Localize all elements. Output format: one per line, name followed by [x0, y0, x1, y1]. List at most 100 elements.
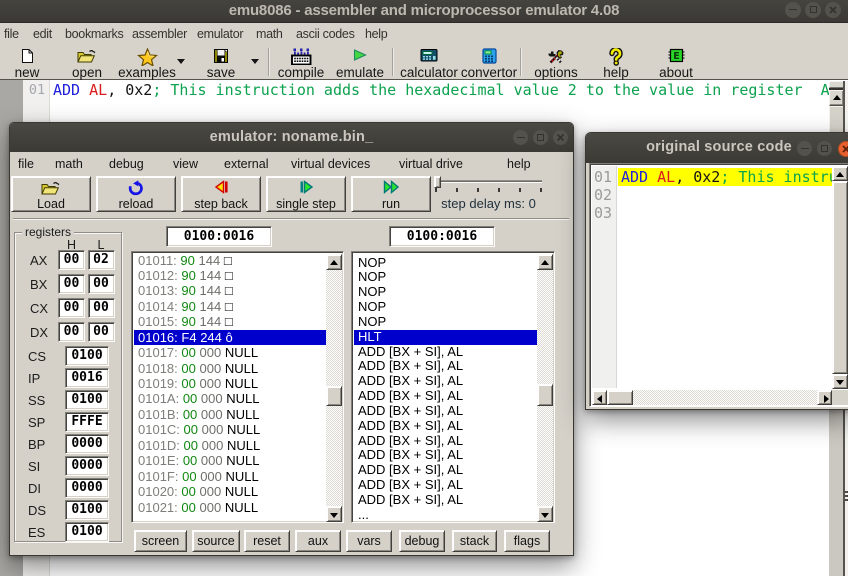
- toolbar-convertor-button[interactable]: convertor: [458, 47, 520, 80]
- disassembly-list[interactable]: NOPNOPNOPNOPNOPHLTADD [BX + SI], ALADD […: [351, 251, 555, 523]
- memory-row[interactable]: 0101D: 00 000 NULL: [134, 438, 327, 453]
- register-value[interactable]: 0000: [65, 456, 109, 476]
- memory-row[interactable]: 01021: 00 000 NULL: [134, 500, 327, 515]
- toolbar-compile-button[interactable]: compile: [274, 47, 328, 80]
- disasm-row[interactable]: ADD [BX + SI], AL: [354, 345, 538, 360]
- register-value[interactable]: 0100: [65, 500, 109, 520]
- emulator-menu-item[interactable]: virtual drive: [399, 152, 463, 175]
- scroll-down-button[interactable]: [832, 374, 848, 389]
- memory-row[interactable]: 01016: F4 244 ô: [134, 330, 327, 345]
- register-value[interactable]: 0100: [65, 390, 109, 410]
- memory-address-field[interactable]: 0100:0016: [166, 226, 272, 247]
- disasm-row[interactable]: NOP: [354, 285, 538, 300]
- emulator-titlebar[interactable]: emulator: noname.bin_: [10, 123, 573, 152]
- disasm-row[interactable]: NOP: [354, 256, 538, 271]
- register-value-l[interactable]: 00: [88, 322, 115, 342]
- emulator-menu-item[interactable]: view: [173, 152, 198, 175]
- vars-button[interactable]: vars: [346, 530, 392, 552]
- memory-row[interactable]: 01020: 00 000 NULL: [134, 484, 327, 499]
- register-value-l[interactable]: 02: [88, 250, 115, 270]
- main-menu-item[interactable]: bookmarks: [65, 23, 123, 46]
- emulator-menu-item[interactable]: external: [224, 152, 268, 175]
- aux-button[interactable]: aux: [295, 530, 341, 552]
- register-value-l[interactable]: 00: [88, 298, 115, 318]
- source-maximize-button[interactable]: [817, 141, 832, 156]
- register-value-h[interactable]: 00: [58, 298, 85, 318]
- memory-scrollbar[interactable]: [326, 254, 342, 522]
- main-menu-item[interactable]: ascii codes: [296, 23, 355, 46]
- memory-row[interactable]: 01015: 90 144 □: [134, 314, 327, 329]
- register-value-l[interactable]: 00: [88, 274, 115, 294]
- disasm-row[interactable]: ADD [BX + SI], AL: [354, 434, 538, 449]
- emulator-close-button[interactable]: [553, 130, 568, 145]
- disasm-scrollbar[interactable]: [537, 254, 553, 522]
- disasm-row[interactable]: ADD [BX + SI], AL: [354, 359, 538, 374]
- screen-button[interactable]: screen: [134, 530, 187, 552]
- emulator-minimize-button[interactable]: [513, 130, 528, 145]
- memory-list[interactable]: 01011: 90 144 □01012: 90 144 □01013: 90 …: [131, 251, 344, 523]
- toolbar-about-button[interactable]: E about: [652, 47, 700, 80]
- toolbar-help-button[interactable]: help: [598, 47, 634, 80]
- register-value[interactable]: 0000: [65, 478, 109, 498]
- scroll-up-button[interactable]: [537, 254, 553, 270]
- disasm-row[interactable]: ADD [BX + SI], AL: [354, 374, 538, 389]
- source-hscrollbar[interactable]: [592, 390, 832, 405]
- register-value[interactable]: FFFE: [65, 412, 109, 432]
- toolbar-open-button[interactable]: open: [64, 47, 110, 80]
- editor-scrollbar-up-button[interactable]: [829, 90, 844, 106]
- disasm-row[interactable]: ...: [354, 508, 538, 523]
- scroll-down-button[interactable]: [326, 506, 342, 522]
- step-delay-slider-track[interactable]: [434, 180, 542, 183]
- source-minimize-button[interactable]: [797, 141, 812, 156]
- scrollbar-thumb[interactable]: [537, 384, 553, 406]
- toolbar-new-button[interactable]: new: [7, 47, 47, 80]
- scrollbar-thumb[interactable]: [607, 390, 633, 405]
- disasm-row[interactable]: NOP: [354, 300, 538, 315]
- memory-row[interactable]: 0101C: 00 000 NULL: [134, 422, 327, 437]
- source-vscrollbar[interactable]: [832, 166, 848, 389]
- memory-row[interactable]: 01018: 00 000 NULL: [134, 361, 327, 376]
- scrollbar-thumb[interactable]: [326, 386, 342, 406]
- disasm-row[interactable]: HLT: [354, 330, 538, 345]
- register-value[interactable]: 0000: [65, 434, 109, 454]
- toolbar-options-button[interactable]: options: [528, 47, 584, 80]
- disasm-row[interactable]: ADD [BX + SI], AL: [354, 389, 538, 404]
- main-menu-item[interactable]: edit: [33, 23, 52, 46]
- disasm-row[interactable]: ADD [BX + SI], AL: [354, 419, 538, 434]
- disasm-row[interactable]: NOP: [354, 270, 538, 285]
- stack-button[interactable]: stack: [452, 530, 497, 552]
- main-close-button[interactable]: [825, 2, 841, 18]
- memory-row[interactable]: 01011: 90 144 □: [134, 253, 327, 268]
- scrollbar-thumb[interactable]: [832, 181, 848, 374]
- disasm-row[interactable]: ADD [BX + SI], AL: [354, 448, 538, 463]
- register-value-h[interactable]: 00: [58, 274, 85, 294]
- disasm-address-field[interactable]: 0100:0016: [389, 226, 495, 247]
- register-value[interactable]: 0016: [65, 368, 109, 388]
- main-menu-item[interactable]: assembler: [132, 23, 187, 46]
- scroll-up-button[interactable]: [832, 166, 848, 181]
- memory-row[interactable]: 01014: 90 144 □: [134, 299, 327, 314]
- register-value-h[interactable]: 00: [58, 322, 85, 342]
- memory-row[interactable]: 0101A: 00 000 NULL: [134, 391, 327, 406]
- main-menu-item[interactable]: file: [4, 23, 19, 46]
- reset-button[interactable]: reset: [244, 530, 290, 552]
- debug-button[interactable]: debug: [399, 530, 445, 552]
- main-maximize-button[interactable]: [805, 2, 821, 18]
- emulator-menu-item[interactable]: help: [507, 152, 531, 175]
- save-dropdown-arrow[interactable]: [251, 59, 259, 64]
- disasm-row[interactable]: NOP: [354, 315, 538, 330]
- toolbar-emulate-button[interactable]: emulate: [331, 47, 389, 80]
- load-button[interactable]: Load: [11, 176, 91, 212]
- memory-row[interactable]: 0101B: 00 000 NULL: [134, 407, 327, 422]
- toolbar-calculator-button[interactable]: calculator: [397, 47, 461, 80]
- scroll-down-button[interactable]: [537, 506, 553, 522]
- main-minimize-button[interactable]: [785, 2, 801, 18]
- memory-row[interactable]: 01012: 90 144 □: [134, 268, 327, 283]
- memory-row[interactable]: 01019: 00 000 NULL: [134, 376, 327, 391]
- scroll-left-button[interactable]: [592, 390, 607, 405]
- source-button[interactable]: source: [192, 530, 240, 552]
- main-menu-item[interactable]: emulator: [197, 23, 243, 46]
- step-back-button[interactable]: step back: [181, 176, 261, 212]
- memory-row[interactable]: 0101F: 00 000 NULL: [134, 469, 327, 484]
- main-menu-item[interactable]: help: [365, 23, 387, 46]
